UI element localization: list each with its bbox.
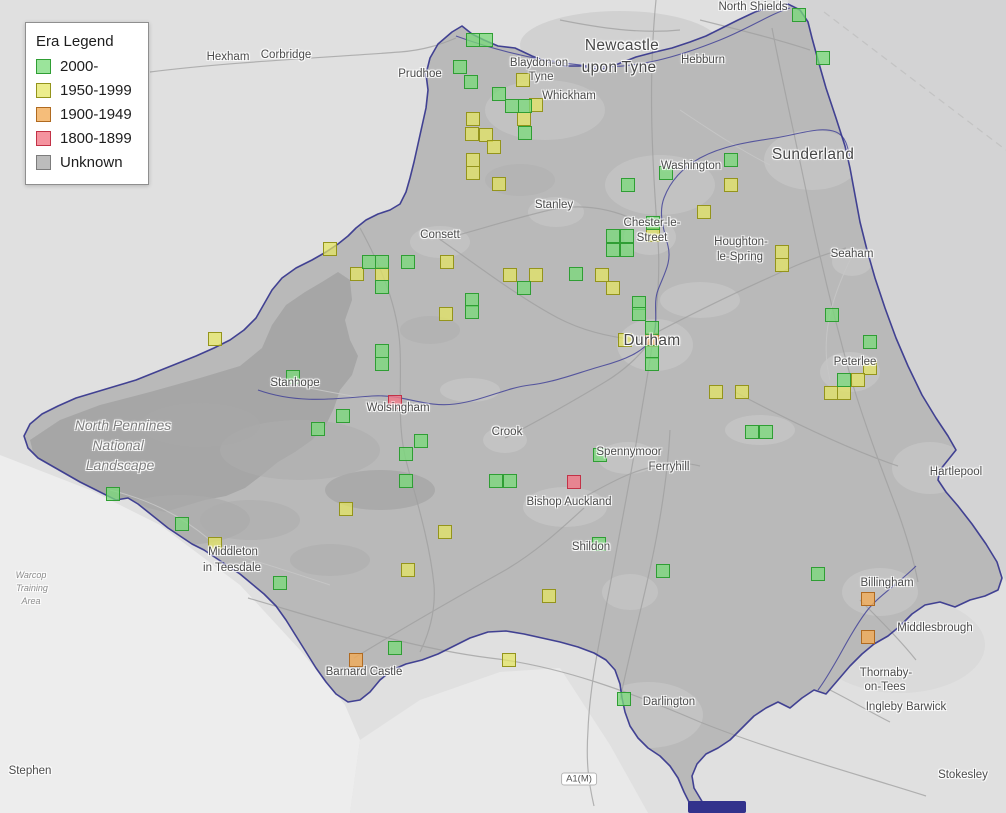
place-label: le-Spring bbox=[716, 251, 764, 263]
legend-item-label: 2000- bbox=[60, 58, 99, 75]
place-label: Middleton bbox=[208, 546, 258, 558]
place-label: Ferryhill bbox=[648, 461, 690, 473]
place-label: Tyne bbox=[528, 71, 554, 83]
place-label: Chester-le- bbox=[623, 217, 681, 229]
place-label: Prudhoe bbox=[398, 68, 442, 80]
place-label: Warcop bbox=[15, 570, 47, 580]
legend-item-label: 1950-1999 bbox=[60, 82, 132, 99]
place-label: Stokesley bbox=[938, 769, 988, 781]
place-label: Whickham bbox=[542, 90, 596, 102]
legend-item-label: 1900-1949 bbox=[60, 106, 132, 123]
place-label: National bbox=[92, 437, 144, 453]
legend-item-unknown: Unknown bbox=[36, 154, 132, 171]
legend-item-1900: 1900-1949 bbox=[36, 106, 132, 123]
place-label: Consett bbox=[420, 229, 460, 241]
legend-swatch-1950 bbox=[36, 83, 51, 98]
legend-swatch-unknown bbox=[36, 155, 51, 170]
place-label: Stanley bbox=[534, 199, 574, 211]
place-label: Thornaby- bbox=[859, 667, 913, 679]
place-label: Newcastle bbox=[584, 37, 660, 54]
place-label: North Pennines bbox=[74, 417, 172, 433]
legend-item-1800: 1800-1899 bbox=[36, 130, 132, 147]
legend-item-2000: 2000- bbox=[36, 58, 132, 75]
place-label: Wolsingham bbox=[366, 402, 430, 414]
era-legend: Era Legend 2000- 1950-1999 1900-1949 1800-1… bbox=[25, 22, 149, 185]
place-label: Sunderland bbox=[771, 146, 855, 163]
place-label: Bishop Auckland bbox=[526, 496, 612, 508]
legend-swatch-1900 bbox=[36, 107, 51, 122]
road-label: A1(M) bbox=[561, 772, 597, 786]
place-label: Spennymoor bbox=[596, 446, 662, 458]
place-label: Stanhope bbox=[270, 377, 320, 389]
place-label: Washington bbox=[660, 160, 722, 172]
place-label: Landscape bbox=[85, 457, 155, 473]
label-layer: North Shields Hexham Corbridge Prudhoe Newca… bbox=[0, 0, 1006, 813]
place-label: Hebburn bbox=[680, 54, 726, 66]
legend-item-label: Unknown bbox=[60, 154, 123, 171]
place-label: Training bbox=[16, 583, 48, 593]
place-label: Blaydon-on bbox=[509, 57, 569, 69]
place-label: Street bbox=[636, 232, 668, 244]
place-label: Crook bbox=[491, 426, 523, 438]
place-label: Houghton- bbox=[714, 236, 768, 248]
place-label: Area bbox=[21, 596, 41, 606]
place-label: Stephen bbox=[8, 765, 52, 777]
place-label: Hartlepool bbox=[929, 466, 983, 478]
place-label: Shildon bbox=[571, 541, 611, 553]
place-label: North Shields bbox=[718, 1, 788, 13]
map-canvas[interactable]: North Shields Hexham Corbridge Prudhoe Newca… bbox=[0, 0, 1006, 813]
place-label: upon Tyne bbox=[581, 59, 657, 76]
place-label: Durham bbox=[623, 332, 681, 349]
place-label: Ingleby Barwick bbox=[865, 701, 947, 713]
legend-item-label: 1800-1899 bbox=[60, 130, 132, 147]
place-label: Peterlee bbox=[833, 356, 877, 368]
legend-title: Era Legend bbox=[36, 33, 114, 50]
place-label: Seaham bbox=[830, 248, 874, 260]
place-label: in Teesdale bbox=[203, 562, 261, 574]
place-label: Billingham bbox=[860, 577, 914, 589]
legend-swatch-2000 bbox=[36, 59, 51, 74]
place-label: Corbridge bbox=[260, 49, 312, 61]
place-label: Middlesbrough bbox=[897, 622, 973, 634]
legend-items: 2000- 1950-1999 1900-1949 1800-1899 Unknown bbox=[36, 58, 132, 171]
place-label: Hexham bbox=[206, 51, 250, 63]
place-label: on-Tees bbox=[864, 681, 906, 693]
legend-swatch-1800 bbox=[36, 131, 51, 146]
place-label: Barnard Castle bbox=[325, 666, 403, 678]
legend-item-1950: 1950-1999 bbox=[36, 82, 132, 99]
place-label: Darlington bbox=[642, 696, 696, 708]
